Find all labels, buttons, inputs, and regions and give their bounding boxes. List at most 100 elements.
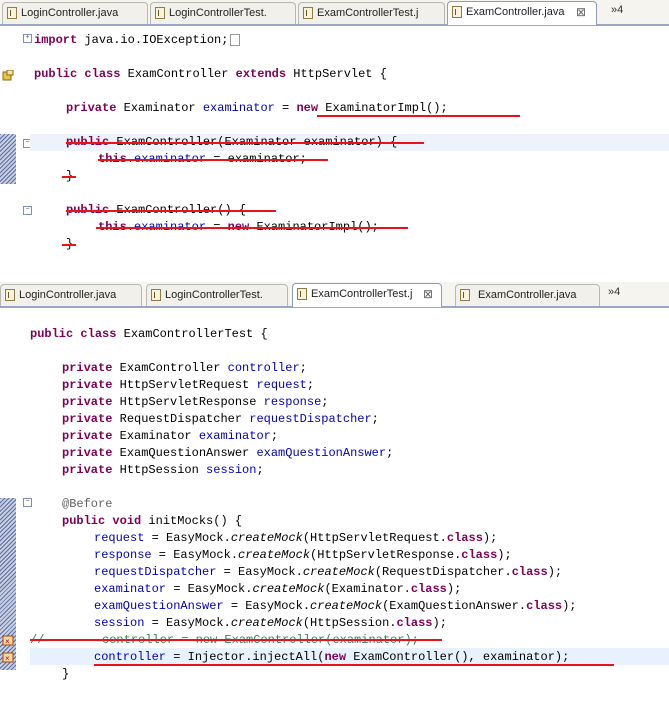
tab-login-controller-test[interactable]: LoginControllerTest. — [150, 2, 296, 24]
tab-label: LoginController.java — [19, 289, 117, 301]
code-editor[interactable]: + − − import java.io.IOException; public… — [0, 26, 669, 262]
field-name: controller — [227, 361, 300, 375]
code-text: (ExamQuestionAnswer. — [382, 599, 527, 613]
field-name: session — [206, 463, 257, 477]
code-line-field: private HttpServletRequest request; — [62, 378, 315, 392]
code-line-field: private Examinator examinator; — [62, 429, 279, 443]
java-file-icon — [155, 7, 165, 19]
tab-label: ExamController.java — [478, 289, 577, 301]
tab-exam-controller-test[interactable]: ExamControllerTest.j — [298, 2, 445, 24]
keyword: private — [62, 446, 113, 460]
red-underline-annotation — [317, 115, 520, 117]
keyword: void — [112, 514, 142, 528]
tab-login-controller[interactable]: LoginController.java — [0, 284, 142, 306]
keyword: public — [34, 67, 78, 81]
red-strikethrough-annotation — [98, 159, 328, 161]
keyword: class — [80, 327, 117, 341]
type-name: HttpServletRequest — [112, 378, 257, 392]
field-name: response — [263, 395, 322, 409]
field-name: controller — [94, 650, 167, 664]
keyword: private — [62, 412, 113, 426]
field-name: request — [256, 378, 307, 392]
code-text: ); — [432, 616, 447, 630]
code-line-annotation: @Before — [62, 497, 113, 511]
close-icon[interactable]: ⊠ — [576, 5, 586, 19]
code-text: ); — [497, 548, 512, 562]
fold-toggle-icon[interactable]: + — [23, 34, 32, 43]
close-icon[interactable]: ⊠ — [423, 287, 433, 301]
tab-label: LoginControllerTest. — [165, 289, 263, 301]
tab-label: ExamController.java — [466, 6, 565, 18]
change-ruler — [0, 134, 16, 184]
red-underline-annotation — [94, 664, 614, 666]
type-name: Examinator — [116, 101, 203, 115]
error-marker-icon: × — [2, 650, 14, 663]
code-text: ); — [446, 582, 462, 596]
code-text: java.io.IOException; — [77, 33, 229, 47]
tab-exam-controller[interactable]: ExamController.java — [455, 284, 600, 306]
field-name: examQuestionAnswer — [94, 599, 224, 613]
keyword: private — [62, 361, 113, 375]
method-name: createMock — [238, 548, 311, 562]
tab-login-controller[interactable]: LoginController.java — [2, 2, 148, 24]
code-line-field: private ExamQuestionAnswer examQuestionA… — [62, 446, 394, 460]
keyword: new — [296, 101, 319, 115]
divider-gap — [0, 262, 669, 282]
class-name: ExamController — [120, 67, 236, 81]
code-editor[interactable]: − × × public class ExamControllerTest { … — [0, 308, 669, 688]
keyword: class — [461, 548, 498, 562]
keyword: public — [30, 327, 74, 341]
field-name: session — [94, 616, 145, 630]
java-file-icon — [460, 289, 470, 301]
code-text: = — [166, 650, 188, 664]
java-file-icon — [7, 7, 17, 19]
svg-text:×: × — [5, 654, 10, 663]
code-line-field: private HttpSession session; — [62, 463, 264, 477]
type-name: HttpSession — [112, 463, 207, 477]
fold-toggle-icon[interactable]: − — [23, 498, 32, 507]
keyword: private — [62, 395, 113, 409]
unresolved-type: Injector — [187, 650, 246, 665]
code-text: ); — [562, 599, 577, 613]
error-marker-icon: × — [2, 633, 14, 646]
java-file-icon — [303, 7, 313, 19]
tab-label: ExamControllerTest.j — [311, 288, 413, 300]
tab-overflow-chevron[interactable]: »4 — [608, 286, 620, 298]
keyword: private — [62, 463, 113, 477]
method-name: createMock — [302, 565, 375, 579]
method-name: createMock — [252, 582, 325, 596]
code-text: initMocks() { — [141, 514, 243, 528]
field-name: requestDispatcher — [94, 565, 217, 579]
code-line-mock: examQuestionAnswer = EasyMock.createMock… — [94, 598, 577, 615]
field-name: examinator — [202, 101, 275, 115]
keyword: private — [62, 429, 113, 443]
java-file-icon — [452, 6, 462, 18]
code-text: (HttpServletRequest. — [302, 531, 447, 545]
field-name: examinator — [198, 429, 271, 443]
java-file-icon — [151, 289, 161, 301]
code-text: ExaminatorImpl(); — [318, 101, 448, 115]
fold-toggle-icon[interactable]: − — [23, 206, 32, 215]
code-text: = EasyMock. — [216, 565, 303, 579]
code-text: ExamControllerTest { — [116, 327, 268, 341]
tab-overflow-chevron[interactable]: »4 — [611, 4, 623, 16]
keyword: public — [62, 514, 106, 528]
editor-tab-bar: LoginController.java LoginControllerTest… — [0, 282, 669, 308]
tab-exam-controller[interactable]: ExamController.java ⊠ — [447, 1, 597, 25]
red-strikethrough-annotation — [66, 142, 424, 144]
code-text: = — [274, 101, 297, 115]
collapsed-import-icon[interactable] — [230, 33, 241, 46]
keyword: class — [511, 565, 548, 579]
tab-login-controller-test[interactable]: LoginControllerTest. — [146, 284, 288, 306]
keyword: new — [324, 650, 347, 664]
tab-exam-controller-test[interactable]: ExamControllerTest.j ⊠ — [292, 283, 442, 307]
code-text: (HttpServletResponse. — [310, 548, 462, 562]
java-file-icon — [5, 289, 15, 301]
red-strikethrough-annotation — [96, 227, 408, 229]
code-line-method-decl: public void initMocks() { — [62, 513, 242, 530]
type-name: ExamQuestionAnswer — [112, 446, 257, 460]
field-name: request — [94, 531, 145, 545]
code-line-close-brace: } — [62, 667, 70, 681]
keyword: class — [446, 531, 483, 545]
red-strikethrough-annotation — [66, 210, 276, 212]
